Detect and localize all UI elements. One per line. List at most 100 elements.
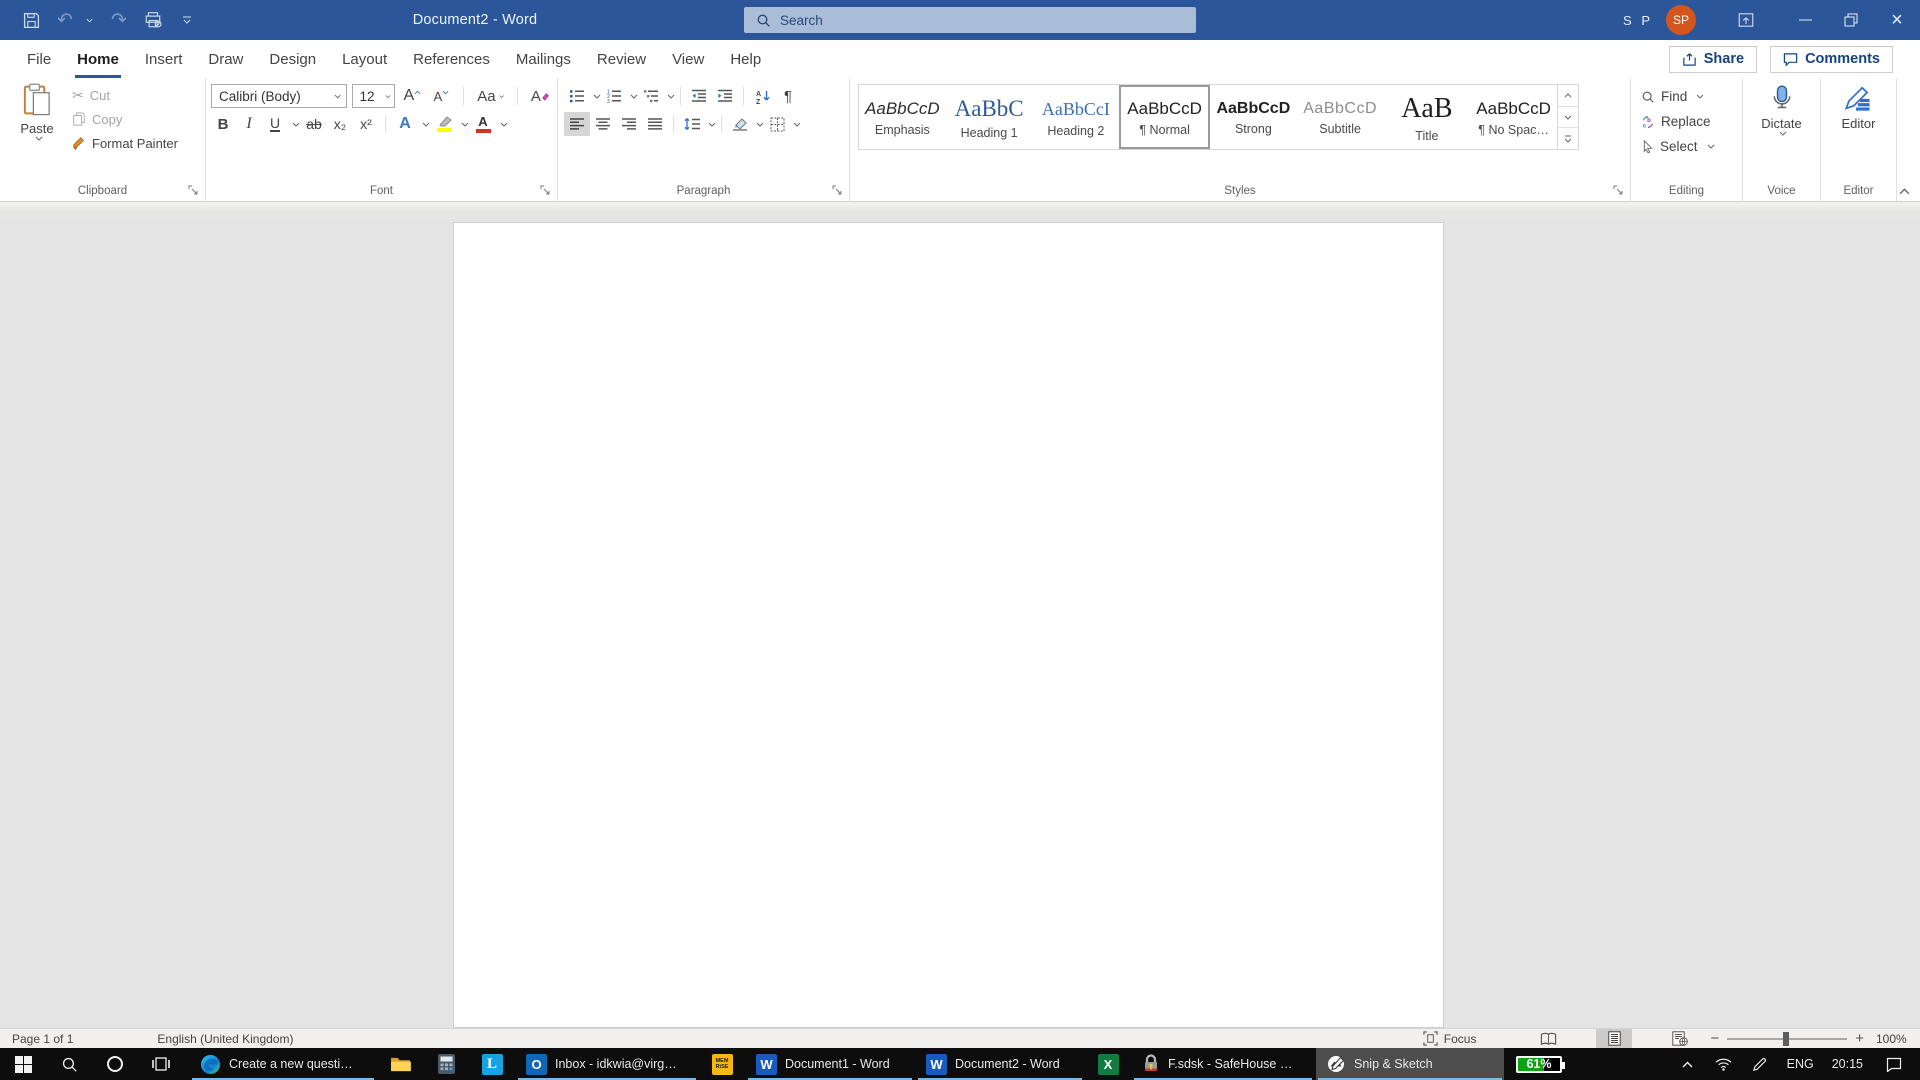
multilevel-dropdown[interactable] <box>667 94 675 99</box>
ribbon-display-options-button[interactable] <box>1724 0 1768 40</box>
shrink-font-button[interactable]: A <box>429 84 453 109</box>
font-color-dropdown[interactable] <box>500 122 508 127</box>
sort-button[interactable]: AZ <box>749 84 775 108</box>
styles-gallery-more-button[interactable] <box>1558 128 1578 149</box>
font-size-input[interactable] <box>359 88 382 104</box>
input-language-indicator[interactable]: ENG <box>1780 1057 1821 1071</box>
bold-button[interactable]: B <box>211 112 235 137</box>
customize-qat-button[interactable] <box>172 6 202 34</box>
bullets-dropdown[interactable] <box>593 94 601 99</box>
taskbar-item-snip-sketch[interactable]: Snip & Sketch <box>1316 1048 1504 1080</box>
align-center-button[interactable] <box>590 112 616 136</box>
align-left-button[interactable] <box>564 112 590 136</box>
user-avatar[interactable]: SP <box>1666 5 1696 35</box>
style-subtitle[interactable]: AaBbCcD Subtitle <box>1297 85 1384 149</box>
tab-draw[interactable]: Draw <box>195 40 256 78</box>
taskbar-item-l-app[interactable]: L <box>470 1048 514 1080</box>
select-button[interactable]: Select <box>1641 134 1715 159</box>
cortana-button[interactable] <box>92 1048 138 1080</box>
font-color-button[interactable]: A <box>471 112 495 137</box>
taskbar-item-memrise[interactable]: MEM RiSE <box>700 1048 744 1080</box>
tab-references[interactable]: References <box>400 40 503 78</box>
tab-home[interactable]: Home <box>64 40 132 78</box>
subscript-button[interactable]: x₂ <box>328 112 352 137</box>
font-size-combobox[interactable] <box>351 84 396 108</box>
pen-settings-icon[interactable] <box>1744 1048 1776 1080</box>
find-button[interactable]: Find <box>1641 84 1715 109</box>
restore-button[interactable] <box>1828 0 1874 40</box>
style-heading-1[interactable]: AaBbC Heading 1 <box>946 85 1033 149</box>
text-effects-button[interactable]: A <box>393 112 417 137</box>
task-view-button[interactable] <box>138 1048 184 1080</box>
clipboard-dialog-launcher[interactable] <box>186 183 200 197</box>
tab-view[interactable]: View <box>659 40 717 78</box>
justify-button[interactable] <box>642 112 668 136</box>
action-center-button[interactable] <box>1874 1048 1914 1080</box>
taskbar-item-excel[interactable]: X <box>1086 1048 1130 1080</box>
line-spacing-dropdown[interactable] <box>708 122 716 127</box>
comments-button[interactable]: Comments <box>1770 45 1893 73</box>
share-button[interactable]: Share <box>1668 45 1758 73</box>
highlight-dropdown[interactable] <box>461 122 469 127</box>
tab-mailings[interactable]: Mailings <box>503 40 584 78</box>
taskbar-search-button[interactable] <box>46 1048 92 1080</box>
dictate-button[interactable]: Dictate <box>1750 82 1814 180</box>
zoom-in-button[interactable]: + <box>1855 1030 1864 1047</box>
minimize-button[interactable] <box>1782 0 1828 40</box>
zoom-slider[interactable] <box>1727 1031 1848 1046</box>
find-dropdown[interactable] <box>1696 94 1704 99</box>
taskbar-item-calculator[interactable] <box>424 1048 468 1080</box>
taskbar-item-word-document1[interactable]: W Document1 - Word <box>746 1048 914 1080</box>
search-bar[interactable] <box>744 7 1196 33</box>
document-page[interactable] <box>453 222 1444 1028</box>
search-input[interactable] <box>780 12 1160 28</box>
taskbar-item-battery[interactable]: 61% <box>1506 1048 1572 1080</box>
clear-formatting-button[interactable]: A <box>528 84 552 109</box>
superscript-button[interactable]: x² <box>354 112 378 137</box>
taskbar-item-word-document2[interactable]: W Document2 - Word <box>916 1048 1084 1080</box>
taskbar-item-file-explorer[interactable] <box>378 1048 422 1080</box>
style-emphasis[interactable]: AaBbCcD Emphasis <box>859 85 946 149</box>
read-mode-button[interactable] <box>1530 1029 1566 1048</box>
decrease-indent-button[interactable] <box>686 84 712 108</box>
tab-insert[interactable]: Insert <box>132 40 196 78</box>
style-normal[interactable]: AaBbCcD ¶ Normal <box>1119 85 1210 149</box>
tab-design[interactable]: Design <box>256 40 329 78</box>
underline-dropdown[interactable] <box>292 122 300 127</box>
collapse-ribbon-button[interactable] <box>1899 188 1910 195</box>
borders-button[interactable] <box>764 112 790 136</box>
increase-indent-button[interactable] <box>712 84 738 108</box>
underline-button[interactable]: U <box>263 112 287 137</box>
select-dropdown[interactable] <box>1707 144 1715 149</box>
zoom-slider-thumb[interactable] <box>1783 1031 1790 1046</box>
line-spacing-button[interactable] <box>679 112 705 136</box>
close-button[interactable]: × <box>1874 0 1920 40</box>
numbering-dropdown[interactable] <box>630 94 638 99</box>
styles-scroll-down-button[interactable] <box>1558 107 1578 129</box>
show-hidden-icons-button[interactable] <box>1672 1048 1704 1080</box>
language-indicator[interactable]: English (United Kingdom) <box>145 1032 305 1046</box>
style-heading-2[interactable]: AaBbCcI Heading 2 <box>1033 85 1120 149</box>
save-button[interactable] <box>16 6 46 34</box>
format-painter-button[interactable]: Format Painter <box>68 131 182 155</box>
dictate-dropdown[interactable] <box>1779 131 1787 136</box>
taskbar-item-edge[interactable]: Create a new questi… <box>190 1048 376 1080</box>
redo-button[interactable]: ↷ <box>104 6 134 34</box>
editor-button[interactable]: Editor <box>1827 82 1891 180</box>
wifi-status-icon[interactable] <box>1708 1048 1740 1080</box>
change-case-button[interactable]: Aa <box>474 84 507 109</box>
tab-layout[interactable]: Layout <box>329 40 400 78</box>
multilevel-list-button[interactable] <box>638 84 664 108</box>
page-indicator[interactable]: Page 1 of 1 <box>0 1032 85 1046</box>
align-right-button[interactable] <box>616 112 642 136</box>
focus-mode-button[interactable]: Focus <box>1409 1029 1491 1048</box>
style-no-spacing[interactable]: AaBbCcD ¶ No Spac… <box>1470 85 1557 149</box>
copy-button[interactable]: Copy <box>68 107 182 131</box>
shading-button[interactable] <box>727 112 753 136</box>
style-title[interactable]: AaB Title <box>1384 85 1471 149</box>
start-button[interactable] <box>0 1048 46 1080</box>
numbering-button[interactable]: 123 <box>601 84 627 108</box>
style-strong[interactable]: AaBbCcD Strong <box>1210 85 1297 149</box>
tab-review[interactable]: Review <box>584 40 659 78</box>
font-dialog-launcher[interactable] <box>538 183 552 197</box>
